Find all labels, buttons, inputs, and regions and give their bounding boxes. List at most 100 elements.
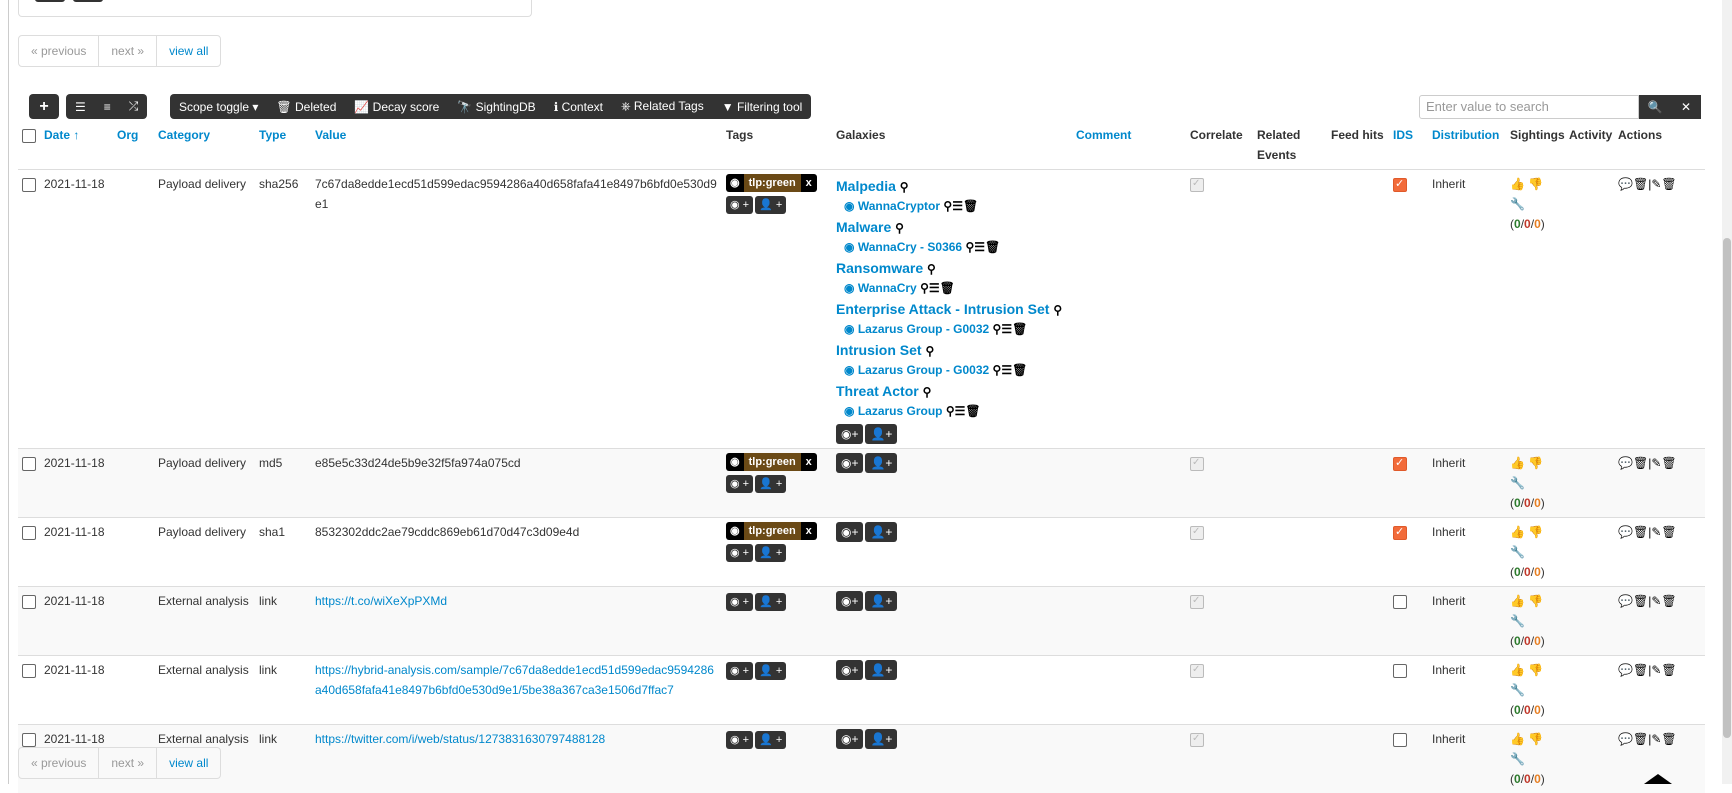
list-icon[interactable]: ☰ (1001, 363, 1012, 377)
tag-badge[interactable]: ◉tlp:greenx (726, 174, 817, 192)
wrench-icon[interactable]: 🔧 (1510, 683, 1525, 697)
list-icon[interactable]: ☰ (929, 281, 940, 295)
tag-badge[interactable]: ◉tlp:greenx (726, 522, 817, 540)
filtering-tool-button[interactable]: ▼ Filtering tool (713, 100, 812, 114)
comment-icon[interactable]: 💬 (1618, 732, 1633, 746)
galaxy-name[interactable]: Malware ⚲ (836, 217, 1182, 238)
trash-icon[interactable]: 🗑 (1661, 663, 1676, 677)
trash-icon[interactable]: 🗑 (1633, 732, 1648, 746)
comment-icon[interactable]: 💬 (1618, 525, 1633, 539)
trash-icon[interactable]: 🗑 (1661, 456, 1676, 470)
ids-checkbox[interactable] (1393, 595, 1407, 609)
galaxy-cluster[interactable]: ◉ Lazarus Group - G0032 ⚲☰🗑 (836, 320, 1182, 338)
trash-icon[interactable]: 🗑 (1633, 663, 1648, 677)
column-header[interactable]: Category (154, 121, 255, 170)
galaxy-cluster[interactable]: ◉ WannaCry - S0366 ⚲☰🗑 (836, 238, 1182, 256)
edit-icon[interactable]: ✎ (1651, 594, 1661, 608)
list-view-icon[interactable]: ☰ (66, 100, 95, 114)
row-checkbox[interactable] (22, 457, 36, 471)
add-global-galaxy-button[interactable]: ◉+ (836, 591, 863, 611)
trash-icon[interactable]: 🗑 (1633, 525, 1648, 539)
column-header[interactable]: Comment (1072, 121, 1186, 170)
galaxy-cluster[interactable]: ◉ Lazarus Group ⚲☰🗑 (836, 402, 1182, 420)
list-icon[interactable]: ☰ (955, 404, 966, 418)
thumbs-up-icon[interactable]: 👍 (1510, 594, 1525, 608)
column-header[interactable]: Org (113, 121, 154, 170)
add-global-tag-button[interactable]: ◉ + (726, 196, 753, 214)
trash-icon[interactable]: 🗑 (1012, 363, 1027, 377)
add-global-tag-button[interactable]: ◉ + (726, 662, 753, 680)
search-input[interactable]: Enter value to search (1419, 95, 1639, 119)
next-link[interactable]: next » (99, 36, 157, 66)
add-global-tag-button[interactable]: ◉ + (726, 731, 753, 749)
trash-icon[interactable]: 🗑 (1633, 177, 1648, 191)
wrench-icon[interactable]: 🔧 (1510, 476, 1525, 490)
add-global-galaxy-button[interactable]: ◉+ (836, 424, 863, 444)
search-button[interactable]: 🔍 (1639, 95, 1671, 119)
remove-tag-button[interactable]: x (801, 453, 817, 471)
value-cell[interactable]: https://t.co/wiXeXpPXMd (311, 587, 722, 656)
decay-score-button[interactable]: 📈 Decay score (345, 100, 448, 114)
galaxy-cluster[interactable]: ◉ Lazarus Group - G0032 ⚲☰🗑 (836, 361, 1182, 379)
next-link[interactable]: next » (99, 748, 157, 778)
column-header[interactable]: Value (311, 121, 722, 170)
add-local-tag-button[interactable]: 👤 + (755, 593, 786, 611)
row-checkbox[interactable] (22, 595, 36, 609)
ids-checkbox[interactable] (1393, 664, 1407, 678)
edit-icon[interactable]: ✎ (1651, 525, 1661, 539)
wrench-icon[interactable]: 🔧 (1510, 752, 1525, 766)
add-local-tag-button[interactable]: 👤 + (755, 196, 786, 214)
galaxy-cluster[interactable]: ◉ WannaCryptor ⚲☰🗑 (836, 197, 1182, 215)
column-header[interactable]: IDS (1389, 121, 1428, 170)
related-tags-button[interactable]: ⎈ Related Tags (612, 99, 713, 114)
thumbs-down-icon[interactable]: 👎 (1528, 525, 1543, 539)
filter-box-button[interactable] (73, 0, 103, 2)
trash-icon[interactable]: 🗑 (1633, 594, 1648, 608)
add-local-tag-button[interactable]: 👤 + (755, 731, 786, 749)
add-local-galaxy-button[interactable]: 👤+ (865, 660, 897, 680)
add-global-galaxy-button[interactable]: ◉+ (836, 729, 863, 749)
list-icon[interactable]: ☰ (974, 240, 985, 254)
search-icon[interactable]: ⚲ (943, 199, 952, 213)
clear-search-button[interactable]: ✕ (1671, 95, 1701, 119)
comment-icon[interactable]: 💬 (1618, 177, 1633, 191)
galaxy-cluster[interactable]: ◉ WannaCry ⚲☰🗑 (836, 279, 1182, 297)
galaxy-name[interactable]: Ransomware ⚲ (836, 258, 1182, 279)
tag-badge[interactable]: ◉tlp:greenx (726, 453, 817, 471)
trash-icon[interactable]: 🗑 (940, 281, 955, 295)
view-all-link[interactable]: view all (157, 36, 220, 66)
add-global-galaxy-button[interactable]: ◉+ (836, 453, 863, 473)
scrollbar-thumb[interactable] (1723, 238, 1731, 738)
thumbs-down-icon[interactable]: 👎 (1528, 663, 1543, 677)
previous-link[interactable]: « previous (19, 748, 99, 778)
search-icon[interactable]: ⚲ (927, 262, 936, 276)
row-checkbox[interactable] (22, 664, 36, 678)
list-icon[interactable]: ☰ (1001, 322, 1012, 336)
thumbs-up-icon[interactable]: 👍 (1510, 732, 1525, 746)
view-all-link[interactable]: view all (157, 748, 220, 778)
comment-icon[interactable]: 💬 (1618, 594, 1633, 608)
remove-tag-button[interactable]: x (801, 174, 817, 192)
row-checkbox[interactable] (22, 526, 36, 540)
trash-icon[interactable]: 🗑 (963, 199, 978, 213)
search-icon[interactable]: ⚲ (1053, 303, 1062, 317)
thumbs-up-icon[interactable]: 👍 (1510, 456, 1525, 470)
filter-box-button[interactable] (35, 0, 65, 2)
shuffle-icon[interactable]: ⤮ (120, 99, 148, 114)
edit-icon[interactable]: ✎ (1651, 663, 1661, 677)
trash-icon[interactable]: 🗑 (1661, 525, 1676, 539)
ids-checkbox[interactable] (1393, 526, 1407, 540)
compact-view-icon[interactable]: ≡ (95, 100, 120, 114)
wrench-icon[interactable]: 🔧 (1510, 197, 1525, 211)
trash-icon[interactable]: 🗑 (965, 404, 980, 418)
trash-icon[interactable]: 🗑 (985, 240, 1000, 254)
thumbs-up-icon[interactable]: 👍 (1510, 663, 1525, 677)
add-global-galaxy-button[interactable]: ◉+ (836, 522, 863, 542)
select-all-checkbox[interactable] (22, 129, 36, 143)
wrench-icon[interactable]: 🔧 (1510, 545, 1525, 559)
trash-icon[interactable]: 🗑 (1661, 732, 1676, 746)
galaxy-name[interactable]: Enterprise Attack - Intrusion Set ⚲ (836, 299, 1182, 320)
row-checkbox[interactable] (22, 733, 36, 747)
add-global-tag-button[interactable]: ◉ + (726, 475, 753, 493)
add-local-tag-button[interactable]: 👤 + (755, 662, 786, 680)
